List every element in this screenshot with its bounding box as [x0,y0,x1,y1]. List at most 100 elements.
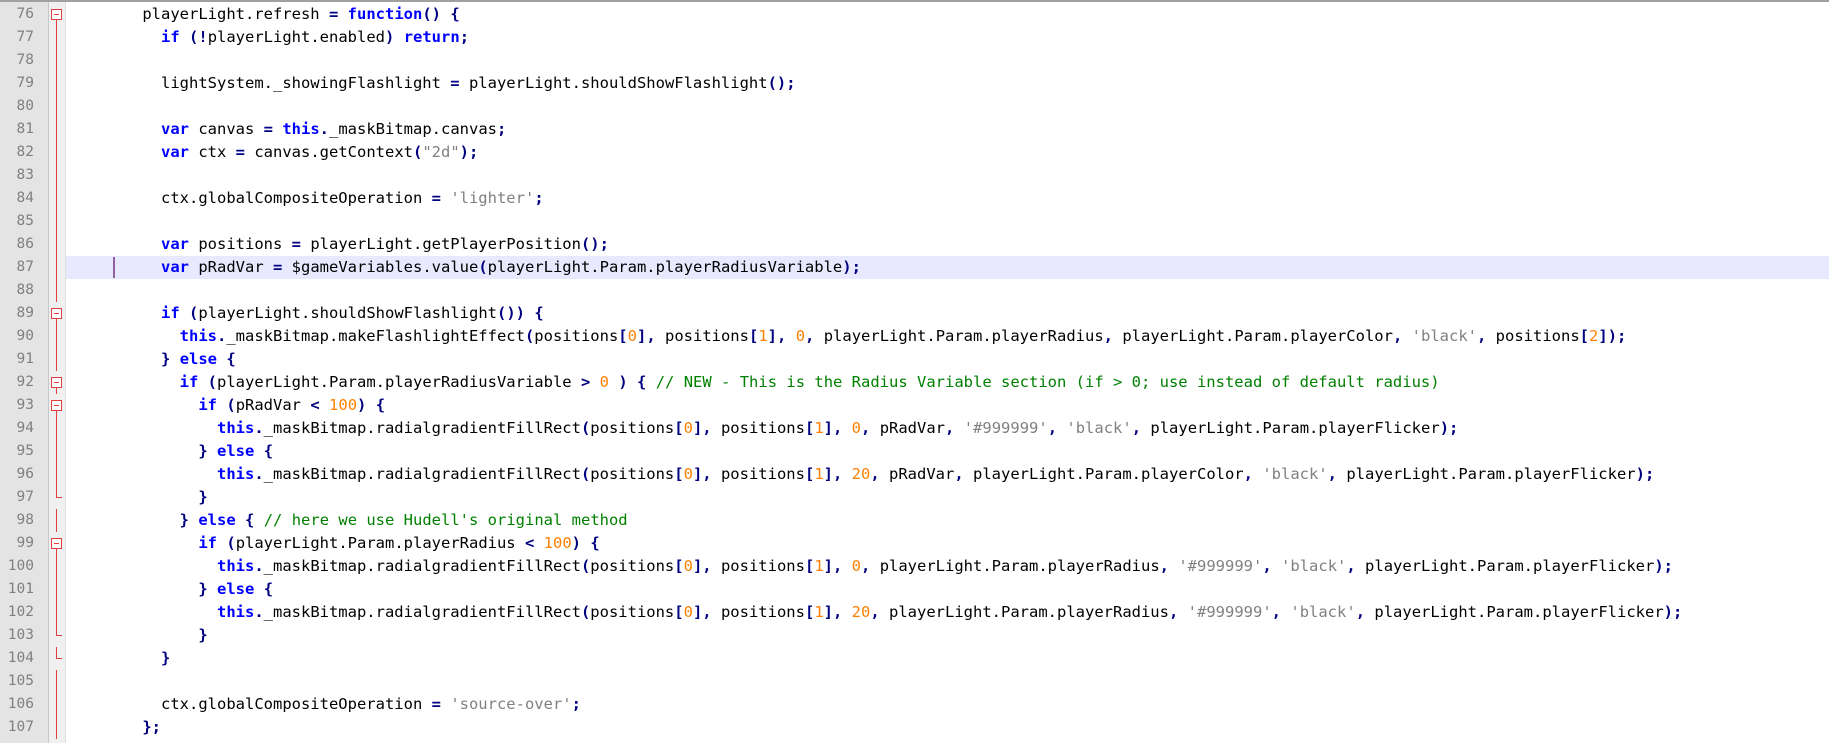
fold-line-marker [51,670,62,693]
line-number: 92 [16,374,34,390]
code-line[interactable]: 91 } else { [0,348,1829,371]
code-line[interactable]: 79 lightSystem._showingFlashlight = play… [0,72,1829,95]
line-number: 87 [16,259,34,275]
code-line[interactable]: 86 var positions = playerLight.getPlayer… [0,233,1829,256]
code-text: if (playerLight.shouldShowFlashlight()) … [161,304,544,322]
code-line[interactable]: 80 [0,95,1829,118]
code-line[interactable]: 106 ctx.globalCompositeOperation = 'sour… [0,693,1829,716]
fold-line-marker [51,233,62,256]
code-line[interactable]: 77 if (!playerLight.enabled) return; [0,26,1829,49]
code-text: } [161,649,171,667]
line-number: 106 [7,696,34,712]
code-line[interactable]: 94 this._maskBitmap.radialgradientFillRe… [0,417,1829,440]
code-text: this._maskBitmap.radialgradientFillRect(… [216,465,1655,483]
fold-end-marker-icon [51,647,62,670]
code-text: ctx.globalCompositeOperation = 'source-o… [161,695,581,713]
line-number: 104 [7,650,34,666]
code-line[interactable]: 89 if (playerLight.shouldShowFlashlight(… [0,302,1829,325]
code-line[interactable]: 99 if (playerLight.Param.playerRadius < … [0,532,1829,555]
fold-line-marker [51,578,62,601]
code-text: if (!playerLight.enabled) return; [161,28,470,46]
code-line[interactable]: 88 [0,279,1829,302]
code-text: } [198,626,208,644]
line-number: 105 [7,673,34,689]
code-line[interactable]: 96 this._maskBitmap.radialgradientFillRe… [0,463,1829,486]
fold-toggle-minus-icon[interactable] [51,3,62,26]
line-number: 81 [16,121,34,137]
code-text: } else { [161,350,236,368]
fold-line-marker [51,95,62,118]
line-number: 100 [7,558,34,574]
code-line[interactable]: 76 playerLight.refresh = function() { [0,3,1829,26]
line-number: 95 [16,443,34,459]
code-line[interactable]: 95 } else { [0,440,1829,463]
fold-line-marker [51,141,62,164]
code-line[interactable]: 98 } else { // here we use Hudell's orig… [0,509,1829,532]
code-line[interactable]: 100 this._maskBitmap.radialgradientFillR… [0,555,1829,578]
code-text: } else { [198,580,274,598]
line-number: 97 [16,489,34,505]
fold-line-marker [51,72,62,95]
fold-toggle-minus-icon[interactable] [51,302,62,325]
fold-line-marker [51,210,62,233]
code-text: this._maskBitmap.makeFlashlightEffect(po… [179,327,1627,345]
code-line[interactable]: 93 if (pRadVar < 100) { [0,394,1829,417]
fold-line-marker [51,348,62,371]
fold-line-marker [51,164,62,187]
code-line[interactable]: 78 [0,49,1829,72]
fold-line-marker [51,256,62,279]
code-text: this._maskBitmap.radialgradientFillRect(… [216,419,1459,437]
code-text: var pRadVar = $gameVariables.value(playe… [161,258,861,276]
line-number: 78 [16,52,34,68]
line-number: 99 [16,535,34,551]
code-text: var ctx = canvas.getContext("2d"); [161,143,479,161]
fold-toggle-minus-icon[interactable] [51,532,62,555]
fold-line-marker [51,49,62,72]
fold-line-marker [51,417,62,440]
fold-line-marker [51,118,62,141]
code-text: if (playerLight.Param.playerRadius < 100… [198,534,600,552]
fold-line-marker [51,463,62,486]
line-number: 79 [16,75,34,91]
line-number: 85 [16,213,34,229]
code-text: }; [142,718,161,736]
code-text: ctx.globalCompositeOperation = 'lighter'… [161,189,544,207]
fold-toggle-minus-icon[interactable] [51,394,62,417]
line-number: 89 [16,305,34,321]
code-line[interactable]: 90 this._maskBitmap.makeFlashlightEffect… [0,325,1829,348]
fold-line-marker [51,26,62,49]
line-number: 101 [7,581,34,597]
fold-line-marker [51,325,62,348]
code-text: lightSystem._showingFlashlight = playerL… [161,74,796,92]
code-text: playerLight.refresh = function() { [142,5,460,23]
fold-toggle-minus-icon[interactable] [51,371,62,394]
line-number: 96 [16,466,34,482]
code-line[interactable]: 97 } [0,486,1829,509]
line-number: 88 [16,282,34,298]
fold-line-marker [51,440,62,463]
line-number: 86 [16,236,34,252]
code-line[interactable]: 104 } [0,647,1829,670]
code-line[interactable]: 103 } [0,624,1829,647]
code-text: var positions = playerLight.getPlayerPos… [161,235,609,253]
code-line[interactable]: 85 [0,210,1829,233]
fold-line-marker [51,509,62,532]
code-line[interactable]: 105 [0,670,1829,693]
code-line[interactable]: 82 var ctx = canvas.getContext("2d"); [0,141,1829,164]
line-number: 103 [7,627,34,643]
code-line[interactable]: 102 this._maskBitmap.radialgradientFillR… [0,601,1829,624]
fold-line-marker [51,601,62,624]
line-number: 84 [16,190,34,206]
code-editor[interactable]: 76 playerLight.refresh = function() {77 … [0,0,1829,743]
line-number: 107 [7,719,34,735]
code-text: } else { // here we use Hudell's origina… [179,511,628,529]
code-line[interactable]: 83 [0,164,1829,187]
line-number: 98 [16,512,34,528]
code-line[interactable]: 107 }; [0,716,1829,739]
code-line[interactable]: 81 var canvas = this._maskBitmap.canvas; [0,118,1829,141]
code-line[interactable]: 92 if (playerLight.Param.playerRadiusVar… [0,371,1829,394]
code-line[interactable]: 87 var pRadVar = $gameVariables.value(pl… [0,256,1829,279]
code-line[interactable]: 101 } else { [0,578,1829,601]
code-text: this._maskBitmap.radialgradientFillRect(… [216,557,1673,575]
code-line[interactable]: 84 ctx.globalCompositeOperation = 'light… [0,187,1829,210]
